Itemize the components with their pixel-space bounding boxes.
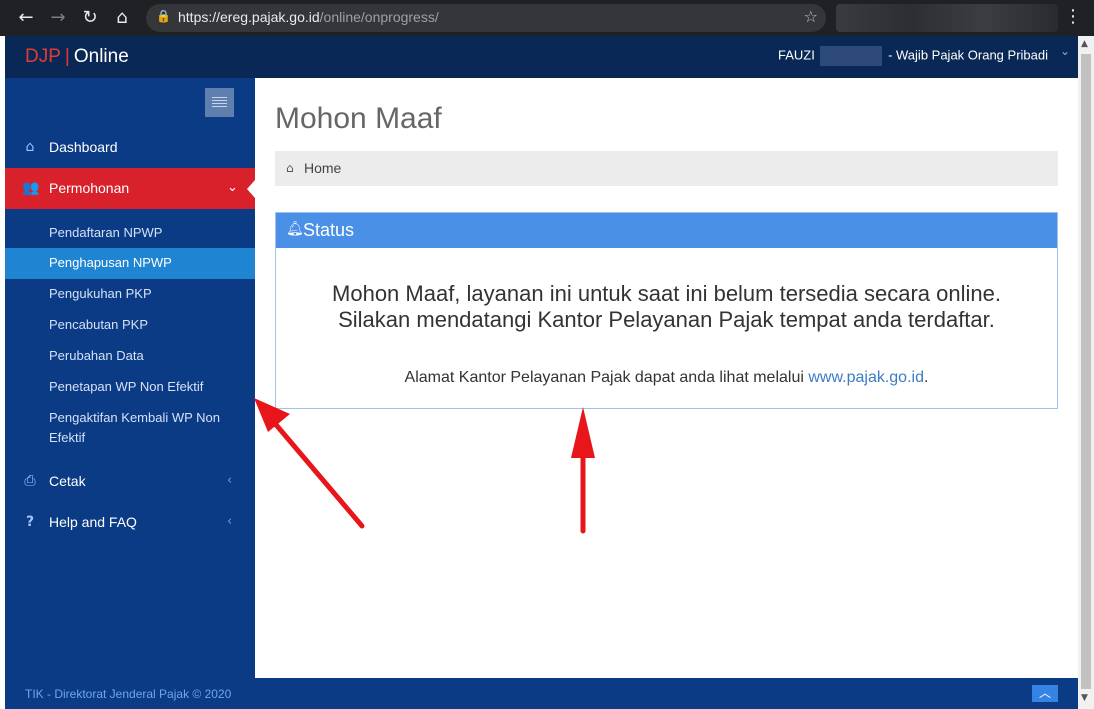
sidebar-item-help[interactable]: ? Help and FAQ ‹: [5, 502, 255, 543]
sidebar-item-label: Dashboard: [49, 139, 118, 155]
redacted-name: [820, 46, 883, 66]
url-path: /online/onprogress/: [319, 9, 439, 25]
scroll-top-button[interactable]: ︿: [1032, 685, 1058, 702]
brand-online: Online: [73, 46, 129, 67]
status-message: Mohon Maaf, layanan ini untuk saat ini b…: [276, 281, 1057, 333]
sidebar-subitem-perubahan-data[interactable]: Perubahan Data: [5, 345, 255, 376]
sidebar-subitem-label: Pengukuhan PKP: [49, 286, 152, 301]
home-button-icon[interactable]: ⌂: [110, 6, 134, 30]
chevron-down-icon[interactable]: ⌄: [1060, 44, 1070, 58]
sidebar-item-permohonan[interactable]: 👥 Permohonan ⌄: [5, 168, 255, 209]
sidebar-subitem-penghapusan-npwp[interactable]: Penghapusan NPWP: [5, 248, 255, 279]
top-navbar: DJP | Online FAUZI - Wajib Pajak Orang Pri…: [5, 36, 1078, 78]
browser-toolbar: ← → ↻ ⌂ 🔒 https://ereg.pajak.go.id/onlin…: [0, 0, 1094, 36]
reload-icon[interactable]: ↻: [78, 6, 102, 30]
sidebar-subitem-pencabutan-pkp[interactable]: Pencabutan PKP: [5, 314, 255, 345]
pajak-website-link[interactable]: www.pajak.go.id: [808, 369, 924, 386]
bell-icon: 🔔︎: [286, 221, 304, 237]
main-content: Mohon Maaf ⌂ Home 🔔︎ Status Mohon Maaf, …: [255, 78, 1078, 678]
footer: TIK - Direktorat Jenderal Pajak © 2020 ︿: [5, 678, 1078, 709]
user-name: FAUZI: [777, 47, 815, 63]
sidebar-subitem-label: Pendaftaran NPWP: [49, 225, 163, 240]
lock-icon: 🔒: [156, 9, 171, 23]
sidebar-subitem-label: Penghapusan NPWP: [49, 255, 172, 270]
back-icon[interactable]: ←: [14, 6, 38, 30]
sidebar-item-label: Help and FAQ: [49, 514, 137, 530]
status-panel: 🔔︎ Status Mohon Maaf, layanan ini untuk …: [275, 212, 1058, 409]
sidebar-subitem-penetapan-wp-non-efektif[interactable]: Penetapan WP Non Efektif: [5, 376, 255, 407]
printer-icon: ⎙: [24, 473, 36, 489]
sidebar-subitem-label: Penetapan WP Non Efektif: [49, 379, 204, 394]
sidebar-item-label: Cetak: [49, 473, 86, 489]
scrollbar-thumb[interactable]: [1081, 54, 1091, 689]
breadcrumb-home-link[interactable]: Home: [304, 160, 341, 176]
brand-djp: DJP: [25, 46, 61, 67]
home-icon: ⌂: [286, 161, 294, 175]
extensions-area: [836, 4, 1058, 32]
sidebar: ⌂ Dashboard 👥 Permohonan ⌄ Pendaftaran N…: [5, 78, 255, 709]
status-panel-title: Status: [303, 220, 355, 240]
bookmark-star-icon[interactable]: ☆: [804, 7, 818, 26]
chevron-left-icon: ‹: [227, 514, 233, 529]
url-host: https://ereg.pajak.go.id: [178, 9, 320, 25]
footer-copyright: TIK - Direktorat Jenderal Pajak © 2020: [25, 687, 232, 701]
browser-menu-icon[interactable]: ⋮: [1064, 6, 1082, 27]
breadcrumb: ⌂ Home: [275, 151, 1058, 186]
user-role: - Wajib Pajak Orang Pribadi: [888, 47, 1048, 63]
sidebar-subitem-label: Pencabutan PKP: [49, 317, 149, 332]
address-bar[interactable]: 🔒 https://ereg.pajak.go.id/online/onprog…: [146, 4, 826, 32]
sidebar-subitem-pengaktifan-kembali[interactable]: Pengaktifan Kembali WP Non Efektif: [5, 407, 255, 449]
brand-logo[interactable]: DJP | Online: [25, 46, 129, 68]
sidebar-subitem-label: Pengaktifan Kembali WP Non Efektif: [49, 410, 221, 445]
sidebar-subitem-label: Perubahan Data: [49, 348, 144, 363]
scroll-up-icon[interactable]: ▲: [1081, 39, 1088, 49]
brand-separator: |: [64, 46, 70, 67]
address-suffix: .: [923, 369, 929, 386]
home-icon: ⌂: [25, 139, 35, 155]
user-menu[interactable]: FAUZI - Wajib Pajak Orang Pribadi: [778, 46, 1048, 66]
user-group-icon: 👥: [22, 180, 40, 196]
status-message-line1: Mohon Maaf, layanan ini untuk saat ini b…: [332, 281, 1001, 306]
status-panel-header: 🔔︎ Status: [276, 213, 1057, 248]
app-window: DJP | Online FAUZI - Wajib Pajak Orang Pri…: [5, 36, 1078, 709]
chevron-down-icon: ⌄: [227, 180, 238, 195]
active-pointer: [247, 180, 255, 198]
page-scrollbar[interactable]: ▲ ▼: [1078, 36, 1094, 709]
url-text[interactable]: https://ereg.pajak.go.id/online/onprogre…: [178, 9, 439, 25]
office-address-note: Alamat Kantor Pelayanan Pajak dapat anda…: [276, 369, 1057, 387]
status-message-line2: Silakan mendatangi Kantor Pelayanan Paja…: [338, 307, 995, 332]
question-icon: ?: [25, 514, 35, 530]
address-prefix: Alamat Kantor Pelayanan Pajak dapat anda…: [404, 369, 809, 386]
page-title: Mohon Maaf: [275, 102, 442, 135]
sidebar-item-dashboard[interactable]: ⌂ Dashboard: [5, 127, 255, 168]
sidebar-item-label: Permohonan: [49, 180, 130, 196]
forward-icon[interactable]: →: [46, 6, 70, 30]
sidebar-subitem-pengukuhan-pkp[interactable]: Pengukuhan PKP: [5, 283, 255, 314]
sidebar-toggle-button[interactable]: [205, 88, 234, 117]
sidebar-item-cetak[interactable]: ⎙ Cetak ‹: [5, 461, 255, 502]
chevron-left-icon: ‹: [227, 473, 233, 488]
scroll-down-icon[interactable]: ▼: [1081, 693, 1088, 703]
